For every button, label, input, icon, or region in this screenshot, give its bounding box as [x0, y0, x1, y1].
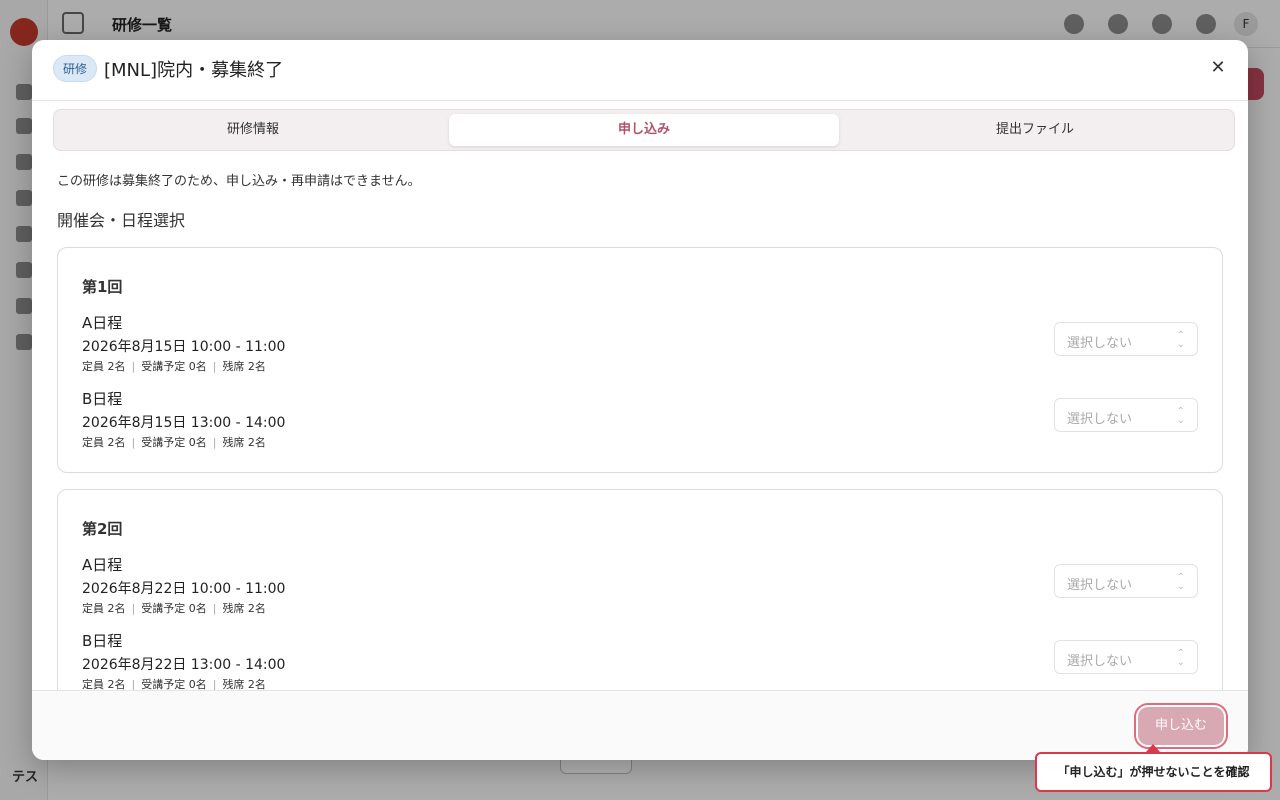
schedule-datetime: 2026年8月22日 10:00 - 11:00 — [82, 581, 286, 597]
remaining-text: 残席 2名 — [222, 436, 266, 449]
schedule-meta: 定員 2名 | 受講予定 0名 | 残席 2名 — [82, 602, 266, 615]
schedule-datetime: 2026年8月15日 10:00 - 11:00 — [82, 339, 286, 355]
annotation-callout: 「申し込む」が押せないことを確認 — [1035, 752, 1272, 792]
tab-training-info[interactable]: 研修情報 — [58, 114, 448, 146]
select-value: 選択しない — [1067, 336, 1133, 351]
schedule-row: B日程 2026年8月22日 13:00 - 14:00 定員 2名 | 受講予定 … — [82, 630, 1198, 690]
annotation-arrow — [1146, 744, 1160, 752]
session-title: 第2回 — [82, 520, 123, 538]
modal-title: [MNL]院内・募集終了 — [104, 60, 284, 81]
schedule-datetime: 2026年8月15日 13:00 - 14:00 — [82, 415, 286, 431]
training-modal: 研修 [MNL]院内・募集終了 ✕ 研修情報 申し込み 提出ファイル この研修は… — [32, 40, 1248, 760]
category-badge: 研修 — [53, 55, 98, 82]
select-value: 選択しない — [1067, 654, 1133, 669]
modal-header: 研修 [MNL]院内・募集終了 ✕ — [32, 40, 1248, 101]
capacity-text: 定員 2名 — [82, 602, 126, 615]
schedule-meta: 定員 2名 | 受講予定 0名 | 残席 2名 — [82, 360, 266, 373]
capacity-text: 定員 2名 — [82, 678, 126, 690]
tab-bar: 研修情報 申し込み 提出ファイル — [53, 109, 1235, 151]
chevron-up-down-icon: ⌃ ⌄ — [1176, 330, 1185, 350]
planned-text: 受講予定 0名 — [141, 436, 207, 449]
remaining-text: 残席 2名 — [222, 602, 266, 615]
schedule-row: A日程 2026年8月15日 10:00 - 11:00 定員 2名 | 受講予定 … — [82, 312, 1198, 374]
schedule-row: B日程 2026年8月15日 13:00 - 14:00 定員 2名 | 受講予定 … — [82, 388, 1198, 450]
schedule-name: A日程 — [82, 314, 123, 332]
modal-body[interactable]: 研修情報 申し込み 提出ファイル この研修は募集終了のため、申し込み・再申請はで… — [32, 101, 1248, 690]
session-card: 第1回 A日程 2026年8月15日 10:00 - 11:00 定員 2名 | 受… — [57, 247, 1223, 473]
planned-text: 受講予定 0名 — [141, 360, 207, 373]
capacity-text: 定員 2名 — [82, 436, 126, 449]
select-value: 選択しない — [1067, 578, 1133, 593]
schedule-meta: 定員 2名 | 受講予定 0名 | 残席 2名 — [82, 436, 266, 449]
modal-footer: 申し込む — [32, 690, 1248, 760]
apply-button[interactable]: 申し込む — [1138, 707, 1224, 745]
schedule-select[interactable]: 選択しない ⌃ ⌄ — [1054, 398, 1198, 432]
planned-text: 受講予定 0名 — [141, 602, 207, 615]
close-icon[interactable]: ✕ — [1208, 58, 1228, 78]
session-title: 第1回 — [82, 278, 123, 296]
chevron-up-down-icon: ⌃ ⌄ — [1176, 572, 1185, 592]
schedule-name: B日程 — [82, 632, 123, 650]
remaining-text: 残席 2名 — [222, 360, 266, 373]
schedule-row: A日程 2026年8月22日 10:00 - 11:00 定員 2名 | 受講予定 … — [82, 554, 1198, 616]
tab-application[interactable]: 申し込み — [449, 114, 839, 146]
remaining-text: 残席 2名 — [222, 678, 266, 690]
section-heading: 開催会・日程選択 — [57, 211, 186, 230]
schedule-select[interactable]: 選択しない ⌃ ⌄ — [1054, 322, 1198, 356]
schedule-name: B日程 — [82, 390, 123, 408]
chevron-up-down-icon: ⌃ ⌄ — [1176, 406, 1185, 426]
select-value: 選択しない — [1067, 412, 1133, 427]
session-card: 第2回 A日程 2026年8月22日 10:00 - 11:00 定員 2名 | 受… — [57, 489, 1223, 690]
schedule-select[interactable]: 選択しない ⌃ ⌄ — [1054, 640, 1198, 674]
tab-submitted-files[interactable]: 提出ファイル — [840, 114, 1230, 146]
planned-text: 受講予定 0名 — [141, 678, 207, 690]
schedule-name: A日程 — [82, 556, 123, 574]
schedule-datetime: 2026年8月22日 13:00 - 14:00 — [82, 657, 286, 673]
closed-notice: この研修は募集終了のため、申し込み・再申請はできません。 — [57, 174, 421, 189]
schedule-select[interactable]: 選択しない ⌃ ⌄ — [1054, 564, 1198, 598]
chevron-up-down-icon: ⌃ ⌄ — [1176, 648, 1185, 668]
capacity-text: 定員 2名 — [82, 360, 126, 373]
schedule-meta: 定員 2名 | 受講予定 0名 | 残席 2名 — [82, 678, 266, 690]
